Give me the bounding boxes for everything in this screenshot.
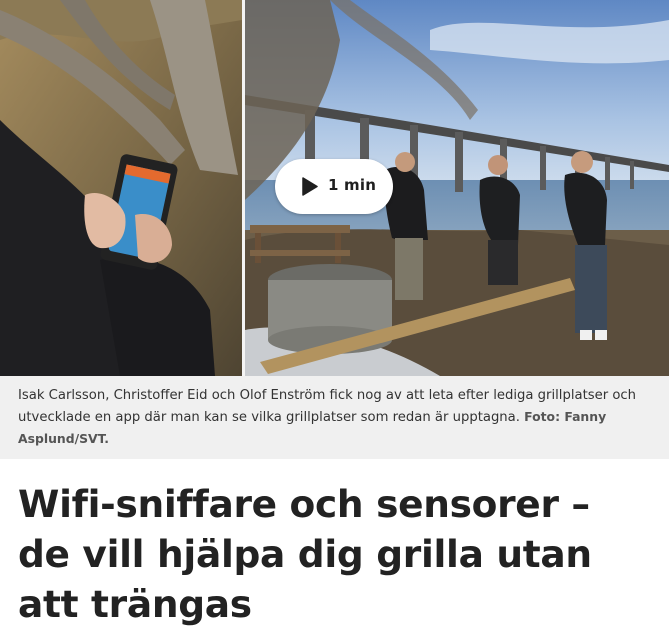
play-icon [302,177,318,196]
article-headline: Wifi-sniffare och sensorer – de vill hjä… [18,482,592,626]
play-button[interactable]: 1 min [275,159,393,214]
video-duration: 1 min [328,176,377,194]
article-video[interactable]: 1 min [0,0,669,376]
image-caption: Isak Carlsson, Christoffer Eid och Olof … [0,376,669,459]
